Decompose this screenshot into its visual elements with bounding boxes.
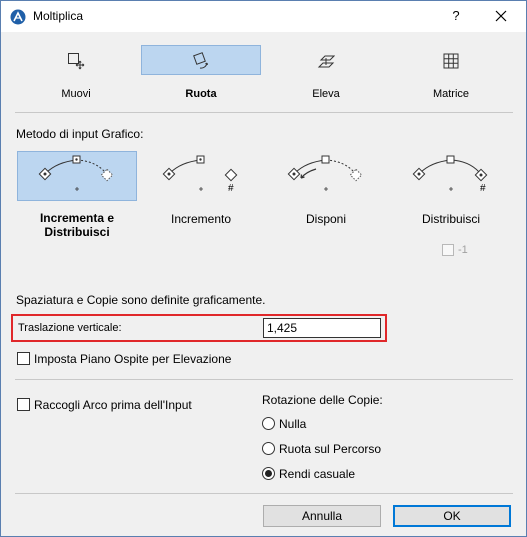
radio-label-nulla: Nulla	[279, 417, 307, 431]
arc-increment-icon: #	[162, 155, 238, 194]
collect-arc-checkbox[interactable]	[17, 398, 30, 411]
method-distribuisci[interactable]: #	[391, 151, 511, 201]
tab-eleva[interactable]: Eleva	[266, 45, 386, 105]
method-disponi[interactable]	[266, 151, 386, 201]
vertical-offset-input[interactable]	[263, 318, 381, 338]
help-button[interactable]: ?	[441, 3, 471, 29]
move-icon	[68, 53, 85, 70]
method-label-incrementa-distribuisci: Incrementa e Distribuisci	[39, 211, 115, 239]
close-icon	[495, 10, 507, 22]
vertical-offset-label: Traslazione verticale:	[18, 322, 122, 334]
rotate-icon	[193, 52, 209, 69]
method-incrementa-distribuisci[interactable]	[17, 151, 137, 201]
input-method-label: Metodo di input Grafico:	[16, 127, 144, 141]
minus-one-checkbox[interactable]	[442, 244, 454, 256]
arc-arrange-icon	[287, 155, 363, 191]
radio-ruota-sul-percorso[interactable]	[262, 442, 275, 455]
window-title: Moltiplica	[33, 9, 84, 23]
host-plane-label: Imposta Piano Ospite per Elevazione	[34, 352, 232, 366]
tab-muovi[interactable]: Muovi	[16, 45, 136, 105]
tab-label: Muovi	[61, 88, 91, 100]
radio-label-ruota-sul-percorso: Ruota sul Percorso	[279, 442, 382, 456]
elevate-icon	[317, 55, 335, 68]
radio-nulla[interactable]	[262, 417, 275, 430]
svg-text:#: #	[228, 183, 234, 194]
close-button[interactable]	[486, 3, 516, 29]
tab-ruota[interactable]: Ruota	[141, 45, 261, 105]
method-incremento[interactable]: #	[141, 151, 261, 201]
title-bar: Moltiplica ?	[1, 1, 526, 32]
svg-text:#: #	[480, 183, 486, 194]
rotation-label: Rotazione delle Copie:	[262, 393, 383, 407]
method-label-distribuisci: Distribuisci	[421, 212, 480, 226]
tab-label: Eleva	[312, 88, 340, 100]
arc-distribute-icon	[38, 155, 114, 191]
multiply-dialog: Moltiplica ? Muovi Ruota Eleva Matrice M…	[0, 0, 527, 537]
minus-one-label: -1	[458, 244, 468, 256]
separator	[15, 112, 513, 113]
matrix-icon	[443, 53, 459, 69]
method-label-disponi: Disponi	[305, 212, 347, 226]
tab-label: Matrice	[432, 88, 470, 100]
tab-matrice[interactable]: Matrice	[391, 45, 511, 105]
arc-distribute-count-icon: #	[412, 155, 488, 194]
vertical-offset-row: Traslazione verticale:	[11, 314, 387, 342]
separator	[15, 493, 513, 494]
ok-button[interactable]: OK	[393, 505, 511, 527]
host-plane-checkbox[interactable]	[17, 352, 30, 365]
separator	[15, 379, 513, 380]
method-label-incremento: Incremento	[170, 212, 232, 226]
radio-label-rendi-casuale: Rendi casuale	[279, 467, 356, 481]
cancel-button[interactable]: Annulla	[263, 505, 381, 527]
tab-label: Ruota	[185, 88, 217, 100]
archicad-logo-icon	[10, 9, 26, 25]
spacing-info-text: Spaziatura e Copie sono definite grafica…	[16, 293, 266, 307]
collect-arc-label: Raccogli Arco prima dell'Input	[34, 398, 192, 412]
radio-rendi-casuale[interactable]	[262, 467, 275, 480]
